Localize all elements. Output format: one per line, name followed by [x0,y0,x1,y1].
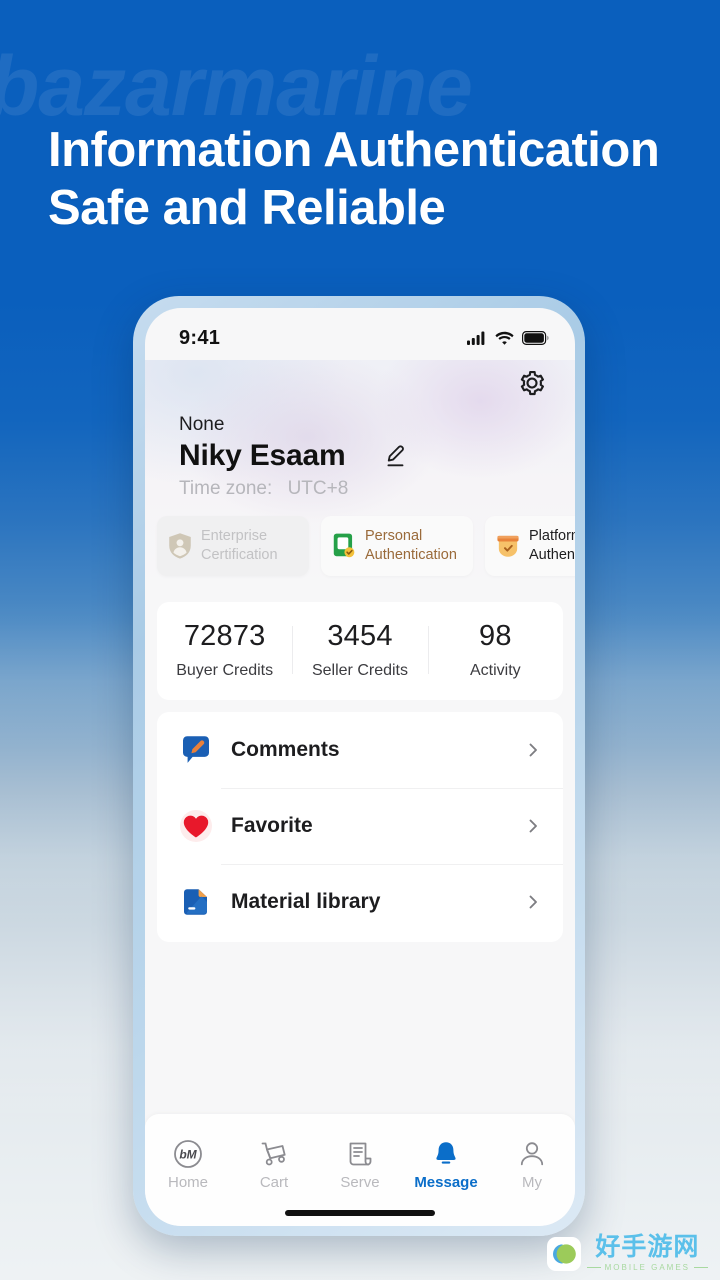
site-watermark-name-en-text: MOBILE GAMES [604,1263,690,1272]
badge-personal-line2: Authentication [365,546,457,563]
company-label: None [179,414,225,435]
tab-my[interactable]: My [489,1139,575,1191]
site-watermark: 好手游网 MOBILE GAMES [541,1231,714,1276]
edit-profile-button[interactable] [381,441,411,471]
shopping-cart-icon [259,1139,289,1169]
menu-item-material-library[interactable]: Material library [157,863,563,940]
tab-home[interactable]: bM Home [145,1139,231,1191]
id-card-verified-icon [333,533,355,558]
menu-item-material-library-label: Material library [231,889,381,913]
watermark-rule-left [586,1267,601,1268]
home-indicator[interactable] [285,1210,435,1216]
pencil-edit-icon [387,445,405,467]
brand-watermark-text: bazarmarine [0,39,473,133]
badge-enterprise-line1: Enterprise [201,528,268,544]
stat-activity-value: 98 [478,619,512,652]
watermark-rule-right [694,1267,708,1268]
tab-message[interactable]: Message [403,1139,489,1191]
bell-icon [431,1139,461,1169]
svg-text:bM: bM [179,1148,197,1162]
badge-personal-authentication[interactable]: Personal Authentication [321,516,473,576]
badge-personal-label: Personal Authentication [365,527,457,565]
gear-icon [520,370,544,396]
tab-cart[interactable]: Cart [231,1139,317,1191]
site-watermark-name-cn: 好手游网 [595,1233,700,1261]
phone-screen: 9:41 None Niky Esaam Time zone: UTC+8 En… [145,308,575,1226]
cellular-signal-icon [467,331,485,345]
circle-split-logo-icon [546,1236,581,1271]
user-name-row: Niky Esaam [179,439,575,473]
heart-icon [180,809,212,842]
tab-serve[interactable]: Serve [317,1139,403,1191]
stat-seller-credits-label: Seller Credits [311,661,408,679]
certification-badges: Enterprise Certification Personal Authen… [157,516,575,576]
chevron-right-icon [529,895,537,909]
status-bar-icons [467,331,549,345]
bm-logo-icon: bM [173,1139,203,1169]
menu-item-favorite[interactable]: Favorite [157,787,563,864]
badge-enterprise-line2: Certification [201,546,278,563]
person-icon [517,1139,547,1169]
phone-mockup-frame: 9:41 None Niky Esaam Time zone: UTC+8 En… [133,296,585,1236]
headline-line-1: Information Authentication [48,123,660,177]
site-watermark-name-en: MOBILE GAMES [586,1263,708,1272]
badge-platform-line1: Platform [529,528,575,544]
menu-item-favorite-label: Favorite [231,813,313,837]
profile-header: None Niky Esaam Time zone: UTC+8 Enterpr… [145,360,575,588]
tab-cart-label: Cart [259,1174,289,1191]
enterprise-shield-icon [169,533,191,559]
menu-item-comments[interactable]: Comments [157,712,563,788]
promo-screenshot: bazarmarine Information Authentication S… [0,0,720,1280]
timezone-label: Time zone: [179,478,273,499]
tab-serve-label: Serve [340,1174,380,1191]
stat-activity[interactable]: 98 Activity [427,619,563,680]
comment-bubble-icon [183,735,209,763]
status-bar-time: 9:41 [179,326,221,349]
badge-personal-line1: Personal [365,528,423,544]
user-name: Niky Esaam [179,439,346,472]
menu-card: Comments Favorite Material library [157,711,563,942]
headline-line-2: Safe and Reliable [48,180,446,235]
badge-platform-authentication[interactable]: Platform Authentication [485,516,575,576]
promo-headline: Information Authentication Safe and Reli… [48,122,708,238]
badge-enterprise-certification[interactable]: Enterprise Certification [157,516,309,576]
badge-enterprise-label: Enterprise Certification [201,527,278,565]
tab-my-label: My [522,1174,542,1191]
badge-platform-label: Platform Authentication [529,527,575,565]
settings-button[interactable] [515,366,549,400]
tab-home-label: Home [167,1174,208,1191]
stat-seller-credits[interactable]: 3454 Seller Credits [292,620,427,680]
document-list-icon [345,1139,375,1169]
chevron-right-icon [529,819,537,833]
stat-activity-label: Activity [469,661,521,679]
menu-item-comments-label: Comments [231,737,340,761]
site-watermark-text: 好手游网 MOBILE GAMES [586,1233,708,1272]
platform-badge-check-icon [497,535,519,557]
stat-buyer-credits[interactable]: 72873 Buyer Credits [157,620,292,680]
stat-buyer-credits-label: Buyer Credits [176,661,274,679]
tab-list: bM Home Cart Serve Message My [145,1114,575,1210]
timezone-value: UTC+8 [287,478,349,499]
timezone-row: Time zone: UTC+8 [179,478,575,500]
status-bar: 9:41 [145,308,575,360]
chevron-right-icon [529,743,537,757]
stats-card: 72873 Buyer Credits 3454 Seller Credits … [157,601,563,700]
battery-full-icon [522,331,549,345]
bottom-tab-bar: bM Home Cart Serve Message My [145,1114,575,1226]
material-folder-icon [184,888,207,915]
stat-buyer-credits-value: 72873 [183,619,266,652]
stat-seller-credits-value: 3454 [327,619,393,652]
badge-platform-line2: Authentication [529,546,575,563]
wifi-icon [495,331,514,345]
tab-message-label: Message [414,1174,478,1191]
settings-row [145,360,575,406]
